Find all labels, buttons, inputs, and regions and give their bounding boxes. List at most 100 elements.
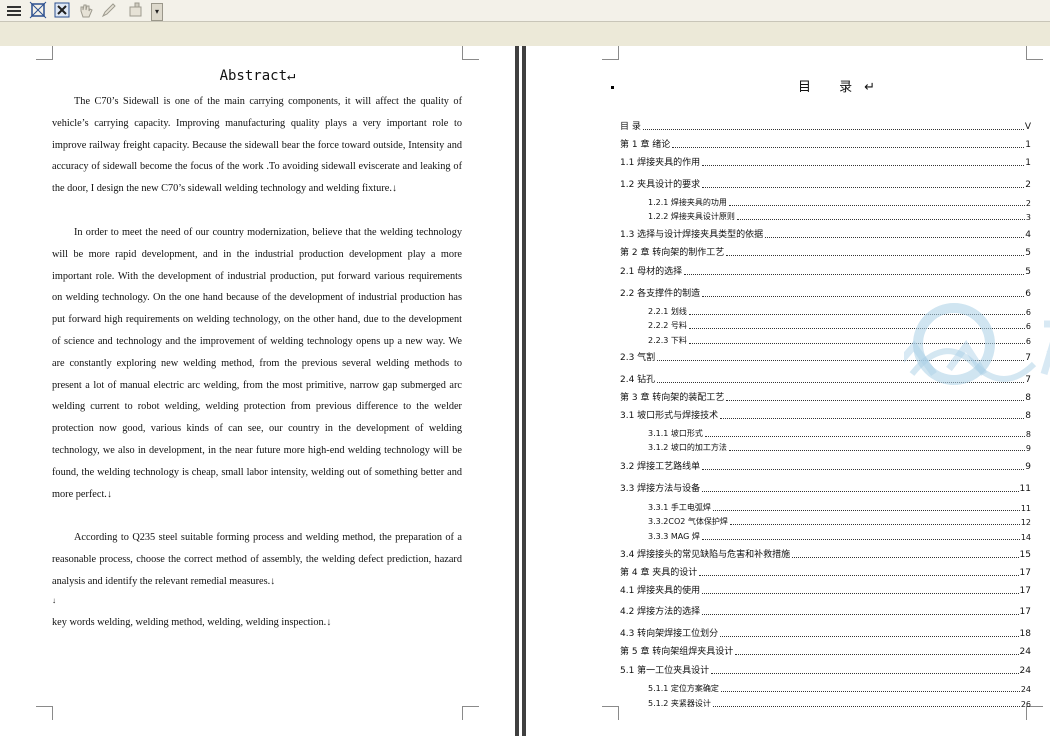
toc-leader-dots [765, 236, 1025, 238]
tool-icon[interactable] [126, 1, 146, 19]
toc-entry-page: 18 [1019, 629, 1031, 639]
hand-icon[interactable] [76, 1, 96, 19]
abstract-page: Abstract↵ The C70’s Sidewall is one of t… [0, 46, 515, 736]
toc-entry-page: 5 [1025, 267, 1031, 277]
toc-leader-dots [688, 342, 1025, 344]
toc-entry[interactable]: 第 4 章 夹具的设计 17 [620, 565, 1031, 578]
toc-entry-text: 1.2.2 焊接夹具设计原则 [648, 212, 735, 221]
toc-entry[interactable]: 5.1 第一工位夹具设计 24 [620, 663, 1031, 676]
toc-entry-text: 第 4 章 夹具的设计 [620, 568, 698, 578]
toc-entry-text: 1.3 选择与设计焊接夹具类型的依据 [620, 230, 764, 240]
toc-entry[interactable]: 第 1 章 绪论 1 [620, 137, 1031, 150]
toc-leader-dots [672, 146, 1025, 148]
toc-leader-dots [657, 381, 1025, 383]
toc-leader-dots [688, 313, 1025, 315]
toc-entry[interactable]: 3.3 焊接方法与设备 11 [620, 481, 1031, 494]
toc-leader-dots [642, 128, 1024, 130]
crop-mark [602, 706, 619, 720]
toc-entry-page: 8 [1025, 411, 1031, 421]
toc-entry[interactable]: 4.2 焊接方法的选择 17 [620, 604, 1031, 617]
toc-entry-page: 12 [1020, 518, 1031, 527]
toc-entry-text: 4.2 焊接方法的选择 [620, 607, 701, 617]
toc-entry[interactable]: 3.3.3 MAG 焊 14 [648, 529, 1031, 542]
close-frame-icon[interactable] [52, 1, 72, 19]
crop-mark [36, 46, 53, 60]
toc-entry[interactable]: 5.1.2 夹紧器设计 26 [648, 696, 1031, 709]
toc-entry[interactable]: 3.1.1 坡口形式 8 [648, 426, 1031, 439]
toc-entry[interactable]: 3.4 焊接接头的常见缺陷与危害和补救措施 15 [620, 547, 1031, 560]
keywords-line: key words welding, welding method, weldi… [52, 617, 332, 628]
toc-entry-text: 3.1.2 坡口的加工方法 [648, 443, 727, 452]
toc-entry-page: 1 [1025, 158, 1031, 168]
toc-leader-dots [720, 417, 1025, 419]
toc-entry[interactable]: 1.2.1 焊接夹具的功用 2 [648, 195, 1031, 208]
toc-entry[interactable]: 3.1.2 坡口的加工方法 9 [648, 440, 1031, 453]
toc-entry[interactable]: 2.2.3 下料 6 [648, 333, 1031, 346]
select-frame-icon[interactable] [28, 1, 48, 19]
toc-entry[interactable]: 4.3 转向架焊接工位划分 18 [620, 626, 1031, 639]
crop-mark [602, 46, 619, 60]
toc-entry[interactable]: 1.1 焊接夹具的作用 1 [620, 155, 1031, 168]
menu-icon[interactable] [4, 1, 24, 19]
toc-entry-page: 14 [1020, 533, 1031, 542]
toc-leader-dots [735, 653, 1019, 655]
toc-entry-text: 目 录 [620, 122, 641, 132]
toc-entry[interactable]: 1.3 选择与设计焊接夹具类型的依据 4 [620, 227, 1031, 240]
crop-mark [462, 706, 479, 720]
toc-entry[interactable]: 第 3 章 转向架的装配工艺 8 [620, 390, 1031, 403]
toc-entry-text: 3.2 焊接工艺路线单 [620, 462, 701, 472]
toc-entry-page: 9 [1025, 444, 1031, 453]
toc-entry[interactable]: 目 录V [620, 119, 1031, 132]
toc-entry[interactable]: 3.2 焊接工艺路线单 9 [620, 459, 1031, 472]
toc-entry[interactable]: 5.1.1 定位方案确定 24 [648, 681, 1031, 694]
toc-leader-dots [736, 218, 1025, 220]
toc-entry[interactable]: 3.3.1 手工电弧焊 11 [648, 500, 1031, 513]
toc-entry[interactable]: 2.3 气割 7 [620, 350, 1031, 363]
toc-entry-text: 1.2.1 焊接夹具的功用 [648, 198, 727, 207]
toc-entry-page: 17 [1019, 586, 1031, 596]
toc-leader-dots [702, 295, 1025, 297]
toc-entry-page: 7 [1025, 353, 1031, 363]
toc-leader-dots [702, 613, 1019, 615]
toc-leader-dots [657, 359, 1025, 361]
toc-entry-text: 2.2.3 下料 [648, 336, 687, 345]
toc-entry[interactable]: 第 2 章 转向架的制作工艺 5 [620, 245, 1031, 258]
toolbar: ▾ [0, 0, 1050, 22]
toc-leader-dots [684, 273, 1025, 275]
toc-entry-text: 3.3.2CO2 气体保护焊 [648, 517, 728, 526]
toc-entry-text: 3.3.1 手工电弧焊 [648, 503, 711, 512]
crop-mark [1026, 46, 1043, 60]
bullet-mark [611, 86, 614, 89]
toc-entry[interactable]: 2.2.1 划线 6 [648, 304, 1031, 317]
toc-entry[interactable]: 第 5 章 转向架组焊夹具设计 24 [620, 644, 1031, 657]
toc-leader-dots [729, 523, 1020, 525]
toc-entry-page: 7 [1025, 375, 1031, 385]
toc-entry-text: 5.1.2 夹紧器设计 [648, 699, 711, 708]
toc-entry-page: 6 [1025, 337, 1031, 346]
toc-entry[interactable]: 2.2 各支撑件的制造 6 [620, 286, 1031, 299]
toc-entry-page: 11 [1020, 504, 1031, 513]
toc-entry[interactable]: 2.4 钻孔 7 [620, 372, 1031, 385]
toc-entry-text: 4.3 转向架焊接工位划分 [620, 629, 719, 639]
toc-entry[interactable]: 2.1 母材的选择 5 [620, 264, 1031, 277]
toc-leader-dots [726, 399, 1025, 401]
toc-entry-text: 2.4 钻孔 [620, 375, 656, 385]
toc-entry-page: V [1024, 122, 1031, 132]
toc-entry-text: 2.3 气割 [620, 353, 656, 363]
toc-entry-text: 1.2 夹具设计的要求 [620, 180, 701, 190]
toc-entry-text: 3.4 焊接接头的常见缺陷与危害和补救措施 [620, 550, 791, 560]
toc-entry[interactable]: 4.1 焊接夹具的使用 17 [620, 583, 1031, 596]
toc-entry[interactable]: 1.2 夹具设计的要求 2 [620, 177, 1031, 190]
abstract-title: Abstract↵ [219, 68, 296, 84]
toc-entry-page: 6 [1025, 289, 1031, 299]
toc-entry[interactable]: 1.2.2 焊接夹具设计原则 3 [648, 209, 1031, 222]
toc-entry[interactable]: 3.1 坡口形式与焊接技术 8 [620, 408, 1031, 421]
toc-leader-dots [712, 705, 1020, 707]
toc-entry[interactable]: 2.2.2 号料 6 [648, 318, 1031, 331]
toc-entry[interactable]: 3.3.2CO2 气体保护焊 12 [648, 514, 1031, 527]
pencil-icon[interactable] [99, 1, 119, 19]
abstract-paragraph: In order to meet the need of our country… [52, 227, 462, 500]
toc-entry-page: 15 [1019, 550, 1031, 560]
toolbar-dropdown-button[interactable]: ▾ [151, 3, 163, 21]
toc-entry-text: 第 5 章 转向架组焊夹具设计 [620, 647, 734, 657]
